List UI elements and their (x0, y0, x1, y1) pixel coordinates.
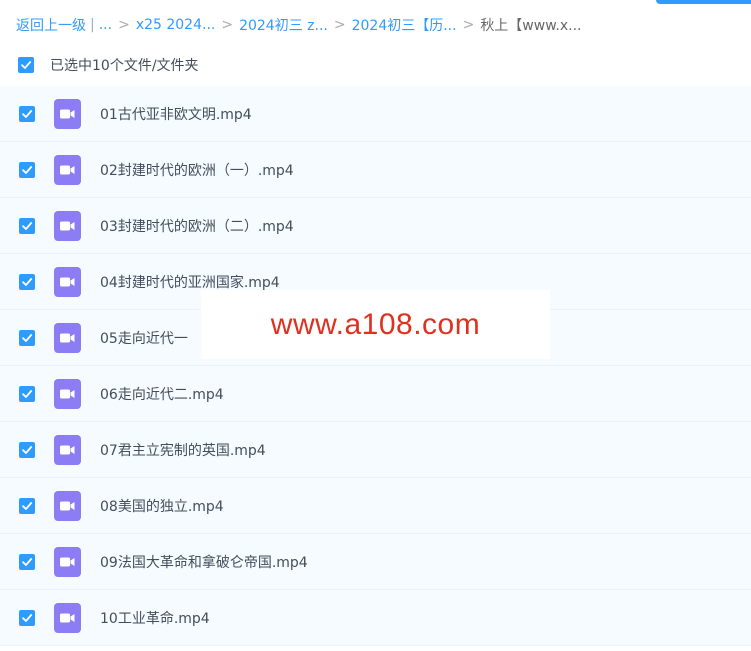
checkmark-icon (22, 221, 33, 230)
select-all-checkbox[interactable] (18, 57, 34, 73)
video-file-icon (54, 434, 81, 465)
file-row[interactable]: 08美国的独立.mp4 (0, 478, 751, 534)
video-file-icon (54, 378, 81, 409)
video-file-icon (54, 602, 81, 633)
breadcrumb-ellipsis[interactable]: ... (99, 17, 112, 33)
video-file-icon (54, 266, 81, 297)
file-checkbox[interactable] (19, 161, 35, 178)
breadcrumb-item[interactable]: x25 2024... (136, 17, 216, 33)
file-row[interactable]: 02封建时代的欧洲（一）.mp4 (0, 142, 751, 198)
file-checkbox[interactable] (19, 105, 35, 122)
breadcrumb: 返回上一级 | ... > x25 2024... > 2024初三 z... … (16, 14, 581, 36)
breadcrumb-separator: > (118, 17, 130, 33)
checkmark-icon (22, 501, 33, 510)
file-checkbox[interactable] (19, 441, 35, 458)
video-file-icon (54, 490, 81, 521)
file-name[interactable]: 10工业革命.mp4 (100, 608, 210, 628)
checkmark-icon (22, 109, 33, 118)
file-name[interactable]: 03封建时代的欧洲（二）.mp4 (100, 216, 294, 236)
file-row[interactable]: 06走向近代二.mp4 (0, 366, 751, 422)
breadcrumb-separator: > (221, 17, 234, 33)
checkmark-icon (22, 613, 33, 622)
video-file-icon (54, 322, 81, 353)
breadcrumb-separator: > (333, 17, 346, 33)
file-checkbox[interactable] (19, 217, 35, 234)
selection-bar: 已选中10个文件/文件夹 (0, 50, 751, 80)
checkmark-icon (21, 61, 32, 69)
top-right-button[interactable] (656, 0, 751, 4)
breadcrumb-item[interactable]: 2024初三【历... (352, 15, 457, 35)
file-checkbox[interactable] (19, 497, 35, 514)
file-checkbox[interactable] (19, 553, 35, 570)
breadcrumb-item[interactable]: 2024初三 z... (239, 15, 328, 35)
file-checkbox[interactable] (19, 329, 35, 346)
file-row[interactable]: 03封建时代的欧洲（二）.mp4 (0, 198, 751, 254)
watermark: www.a108.com (201, 290, 550, 359)
video-file-icon (54, 154, 81, 185)
video-file-icon (54, 546, 81, 577)
checkmark-icon (22, 557, 33, 566)
file-name[interactable]: 09法国大革命和拿破仑帝国.mp4 (100, 552, 308, 572)
file-row[interactable]: 01古代亚非欧文明.mp4 (0, 86, 751, 142)
breadcrumb-separator: > (462, 17, 475, 33)
file-name[interactable]: 07君主立宪制的英国.mp4 (100, 440, 266, 460)
back-link[interactable]: 返回上一级 (16, 15, 86, 35)
file-checkbox[interactable] (19, 273, 35, 290)
file-checkbox[interactable] (19, 609, 35, 626)
file-name[interactable]: 06走向近代二.mp4 (100, 384, 224, 404)
watermark-text: www.a108.com (270, 307, 481, 341)
video-file-icon (54, 98, 81, 129)
file-name[interactable]: 04封建时代的亚洲国家.mp4 (100, 272, 280, 292)
selection-count-label: 已选中10个文件/文件夹 (50, 58, 199, 74)
file-row[interactable]: 07君主立宪制的英国.mp4 (0, 422, 751, 478)
checkmark-icon (22, 333, 33, 342)
file-list: 01古代亚非欧文明.mp4 02封建时代的欧洲（一）.mp4 03封建时代的欧洲… (0, 86, 751, 646)
checkmark-icon (22, 389, 33, 398)
video-file-icon (54, 210, 81, 241)
file-name[interactable]: 05走向近代一 (100, 328, 188, 348)
file-name[interactable]: 01古代亚非欧文明.mp4 (100, 104, 252, 124)
file-checkbox[interactable] (19, 385, 35, 402)
checkmark-icon (22, 165, 33, 174)
breadcrumb-current: 秋上【www.x... (480, 18, 582, 34)
breadcrumb-divider: | (90, 17, 95, 33)
file-row[interactable]: 09法国大革命和拿破仑帝国.mp4 (0, 534, 751, 590)
checkmark-icon (22, 277, 33, 286)
file-row[interactable]: 10工业革命.mp4 (0, 590, 751, 646)
file-name[interactable]: 02封建时代的欧洲（一）.mp4 (100, 160, 294, 180)
checkmark-icon (22, 445, 33, 454)
file-name[interactable]: 08美国的独立.mp4 (100, 496, 224, 516)
